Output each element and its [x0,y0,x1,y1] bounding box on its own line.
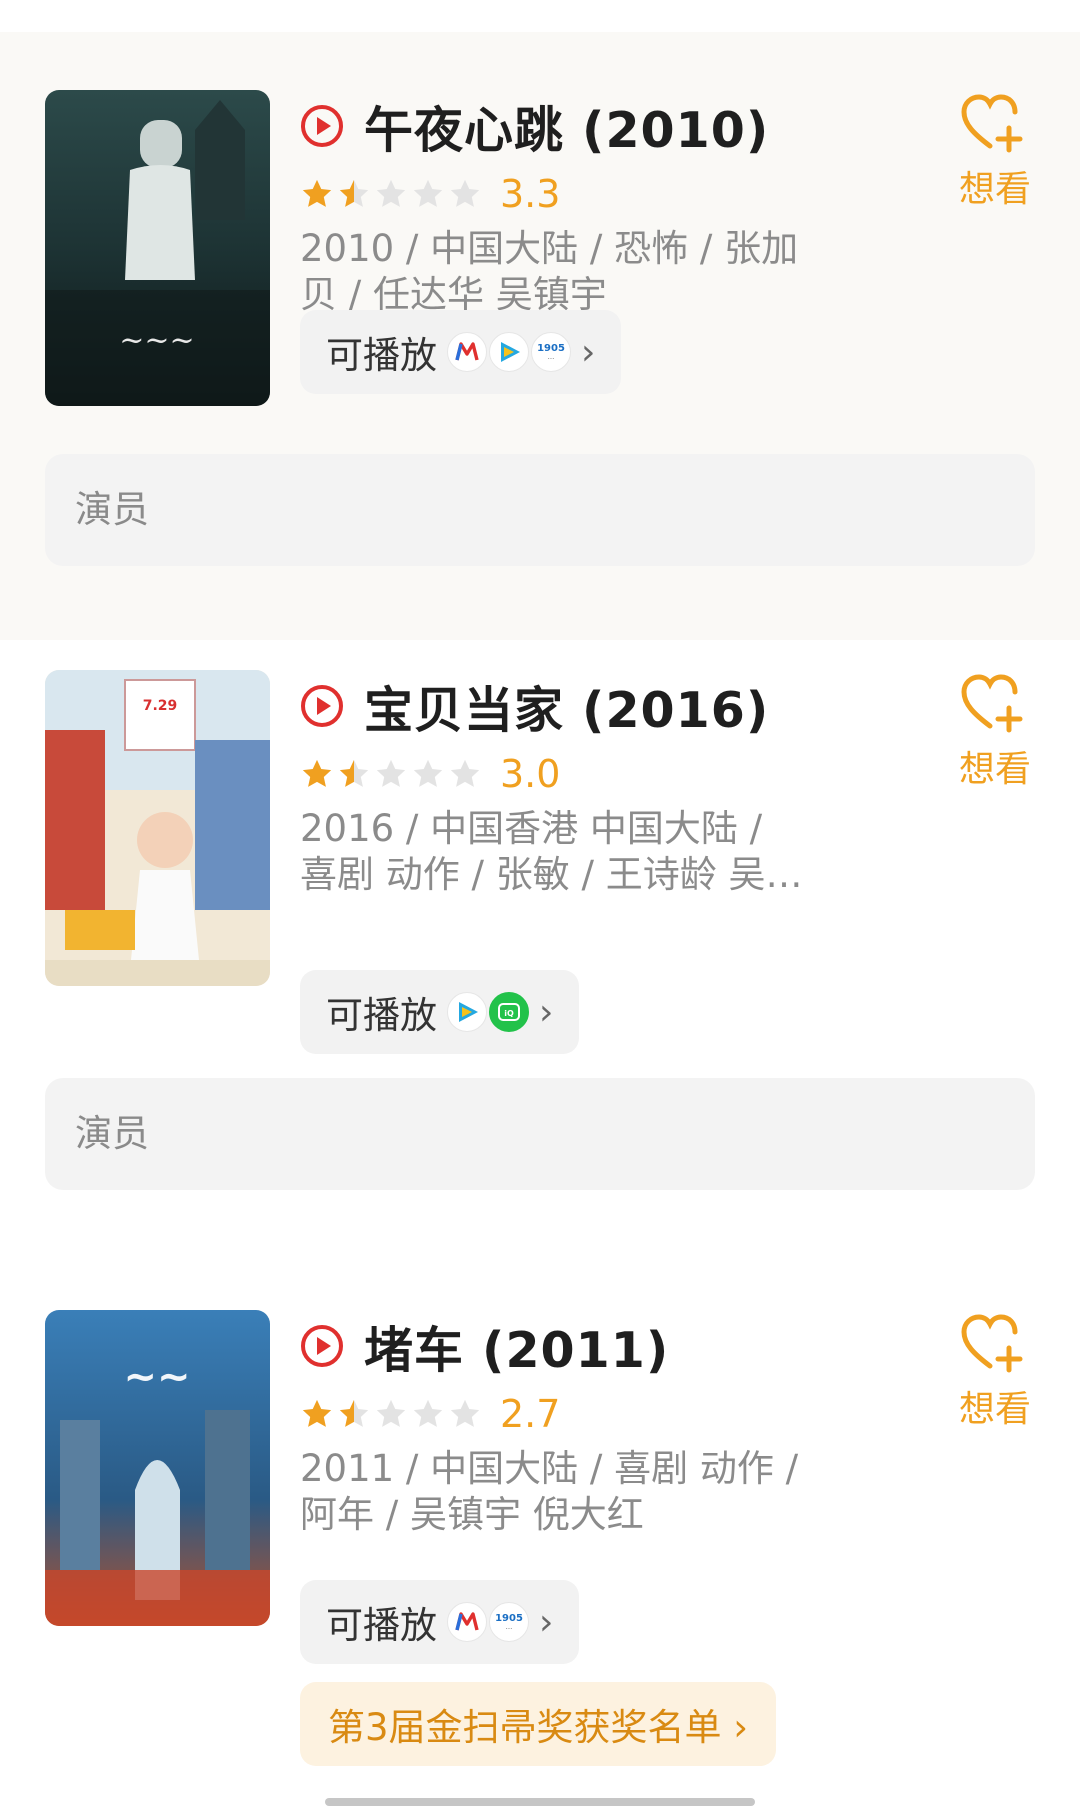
star-empty-icon [450,1399,480,1427]
movie-poster[interactable]: 7.29 [45,670,270,986]
svg-text:···: ··· [548,355,555,363]
rating-score: 3.0 [500,752,561,796]
movie-meta: 2011 / 中国大陆 / 喜剧 动作 / 阿年 / 吴镇宇 倪大红 [300,1446,900,1538]
meta-line: 2016 / 中国香港 中国大陆 / [300,807,763,850]
rating: 3.0 [300,746,920,802]
play-icon[interactable] [300,1324,344,1368]
playable-button[interactable]: 可播放 1905 ··· › [300,310,622,394]
movie-list-page: ~~~ 午夜心跳 (2010) 3.3 2010 / 中国大陆 / 恐怖 / 张… [0,0,1080,1812]
star-empty-icon [376,1399,406,1427]
movie-poster[interactable]: ~~ [45,1310,270,1626]
play-icon[interactable] [300,104,344,148]
award-list-link[interactable]: 第3届金扫帚奖获奖名单 › [300,1682,777,1766]
star-full-icon [302,179,332,207]
heart-plus-icon [961,1314,1023,1373]
heart-plus-icon [961,94,1023,153]
star-empty-icon [413,759,443,787]
chevron-right-icon: › [539,991,554,1033]
tencent-video-icon [447,992,487,1032]
svg-text:1905: 1905 [537,343,565,354]
star-half-icon [339,1399,369,1427]
movie-card[interactable]: ~~~ 午夜心跳 (2010) 3.3 2010 / 中国大陆 / 恐怖 / 张… [0,32,1080,640]
movie-title[interactable]: 宝贝当家 (2016) [364,671,769,742]
star-half-icon [339,179,369,207]
1905-icon: 1905 ··· [531,332,571,372]
rating: 3.3 [300,166,920,222]
movie-info: 午夜心跳 (2010) 3.3 2010 / 中国大陆 / 恐怖 / 张加 贝 … [300,92,920,318]
star-empty-icon [376,759,406,787]
svg-text:~~~: ~~~ [119,323,194,358]
meta-line: 阿年 / 吴镇宇 倪大红 [300,1493,644,1536]
playable-label: 可播放 [326,334,437,377]
playable-button[interactable]: 可播放 1905 ··· › [300,1580,580,1664]
rating-score: 2.7 [500,1392,561,1436]
chevron-right-icon: › [581,331,596,373]
migu-icon [447,332,487,372]
movie-card[interactable]: 7.29 宝贝当家 (2016) 3.0 2016 / 中国香港 中国大陆 / … [0,640,1080,1200]
migu-icon [447,1602,487,1642]
star-empty-icon [413,1399,443,1427]
want-to-watch-button[interactable]: 想看 [955,672,1035,792]
home-indicator[interactable] [325,1798,755,1806]
playable-button[interactable]: 可播放 iQ › [300,970,580,1054]
want-to-watch-button[interactable]: 想看 [955,1312,1035,1432]
rating-stars [300,1397,482,1431]
star-empty-icon [450,179,480,207]
chevron-right-icon: › [539,1601,554,1643]
rating-stars [300,177,482,211]
movie-info: 堵车 (2011) 2.7 2011 / 中国大陆 / 喜剧 动作 / 阿年 /… [300,1312,920,1538]
star-empty-icon [450,759,480,787]
cast-section[interactable]: 演员 [45,1078,1035,1190]
movie-poster[interactable]: ~~~ [45,90,270,406]
star-half-icon [339,759,369,787]
svg-text:7.29: 7.29 [143,698,178,714]
svg-text:1905: 1905 [495,1613,523,1624]
playable-label: 可播放 [326,994,437,1037]
play-icon[interactable] [300,684,344,728]
rating-score: 3.3 [500,172,561,216]
playable-label: 可播放 [326,1604,437,1647]
svg-text:···: ··· [506,1625,513,1633]
1905-icon: 1905 ··· [489,1602,529,1642]
movie-card[interactable]: ~~ 堵车 (2011) 2.7 2011 / 中国大陆 / 喜剧 动作 / 阿… [0,1250,1080,1812]
star-empty-icon [413,179,443,207]
meta-line: 喜剧 动作 / 张敏 / 王诗龄 吴… [300,853,803,896]
meta-line: 2011 / 中国大陆 / 喜剧 动作 / [300,1447,799,1490]
want-label: 想看 [958,169,1031,210]
movie-meta: 2016 / 中国香港 中国大陆 / 喜剧 动作 / 张敏 / 王诗龄 吴… [300,806,900,898]
svg-text:iQ: iQ [504,1009,514,1018]
movie-info: 宝贝当家 (2016) 3.0 2016 / 中国香港 中国大陆 / 喜剧 动作… [300,672,920,898]
heart-plus-icon [961,674,1023,733]
movie-title[interactable]: 堵车 (2011) [364,1311,669,1382]
rating-stars [300,757,482,791]
meta-line: 2010 / 中国大陆 / 恐怖 / 张加 [300,227,799,270]
tencent-video-icon [489,332,529,372]
movie-meta: 2010 / 中国大陆 / 恐怖 / 张加 贝 / 任达华 吴镇宇 [300,226,900,318]
star-full-icon [302,1399,332,1427]
want-label: 想看 [958,1389,1031,1430]
svg-text:~~: ~~ [123,1354,190,1400]
want-to-watch-button[interactable]: 想看 [955,92,1035,212]
iqiyi-icon: iQ [489,992,529,1032]
want-label: 想看 [958,749,1031,790]
movie-title[interactable]: 午夜心跳 (2010) [364,91,769,162]
star-empty-icon [376,179,406,207]
star-full-icon [302,759,332,787]
rating: 2.7 [300,1386,920,1442]
cast-section[interactable]: 演员 [45,454,1035,566]
